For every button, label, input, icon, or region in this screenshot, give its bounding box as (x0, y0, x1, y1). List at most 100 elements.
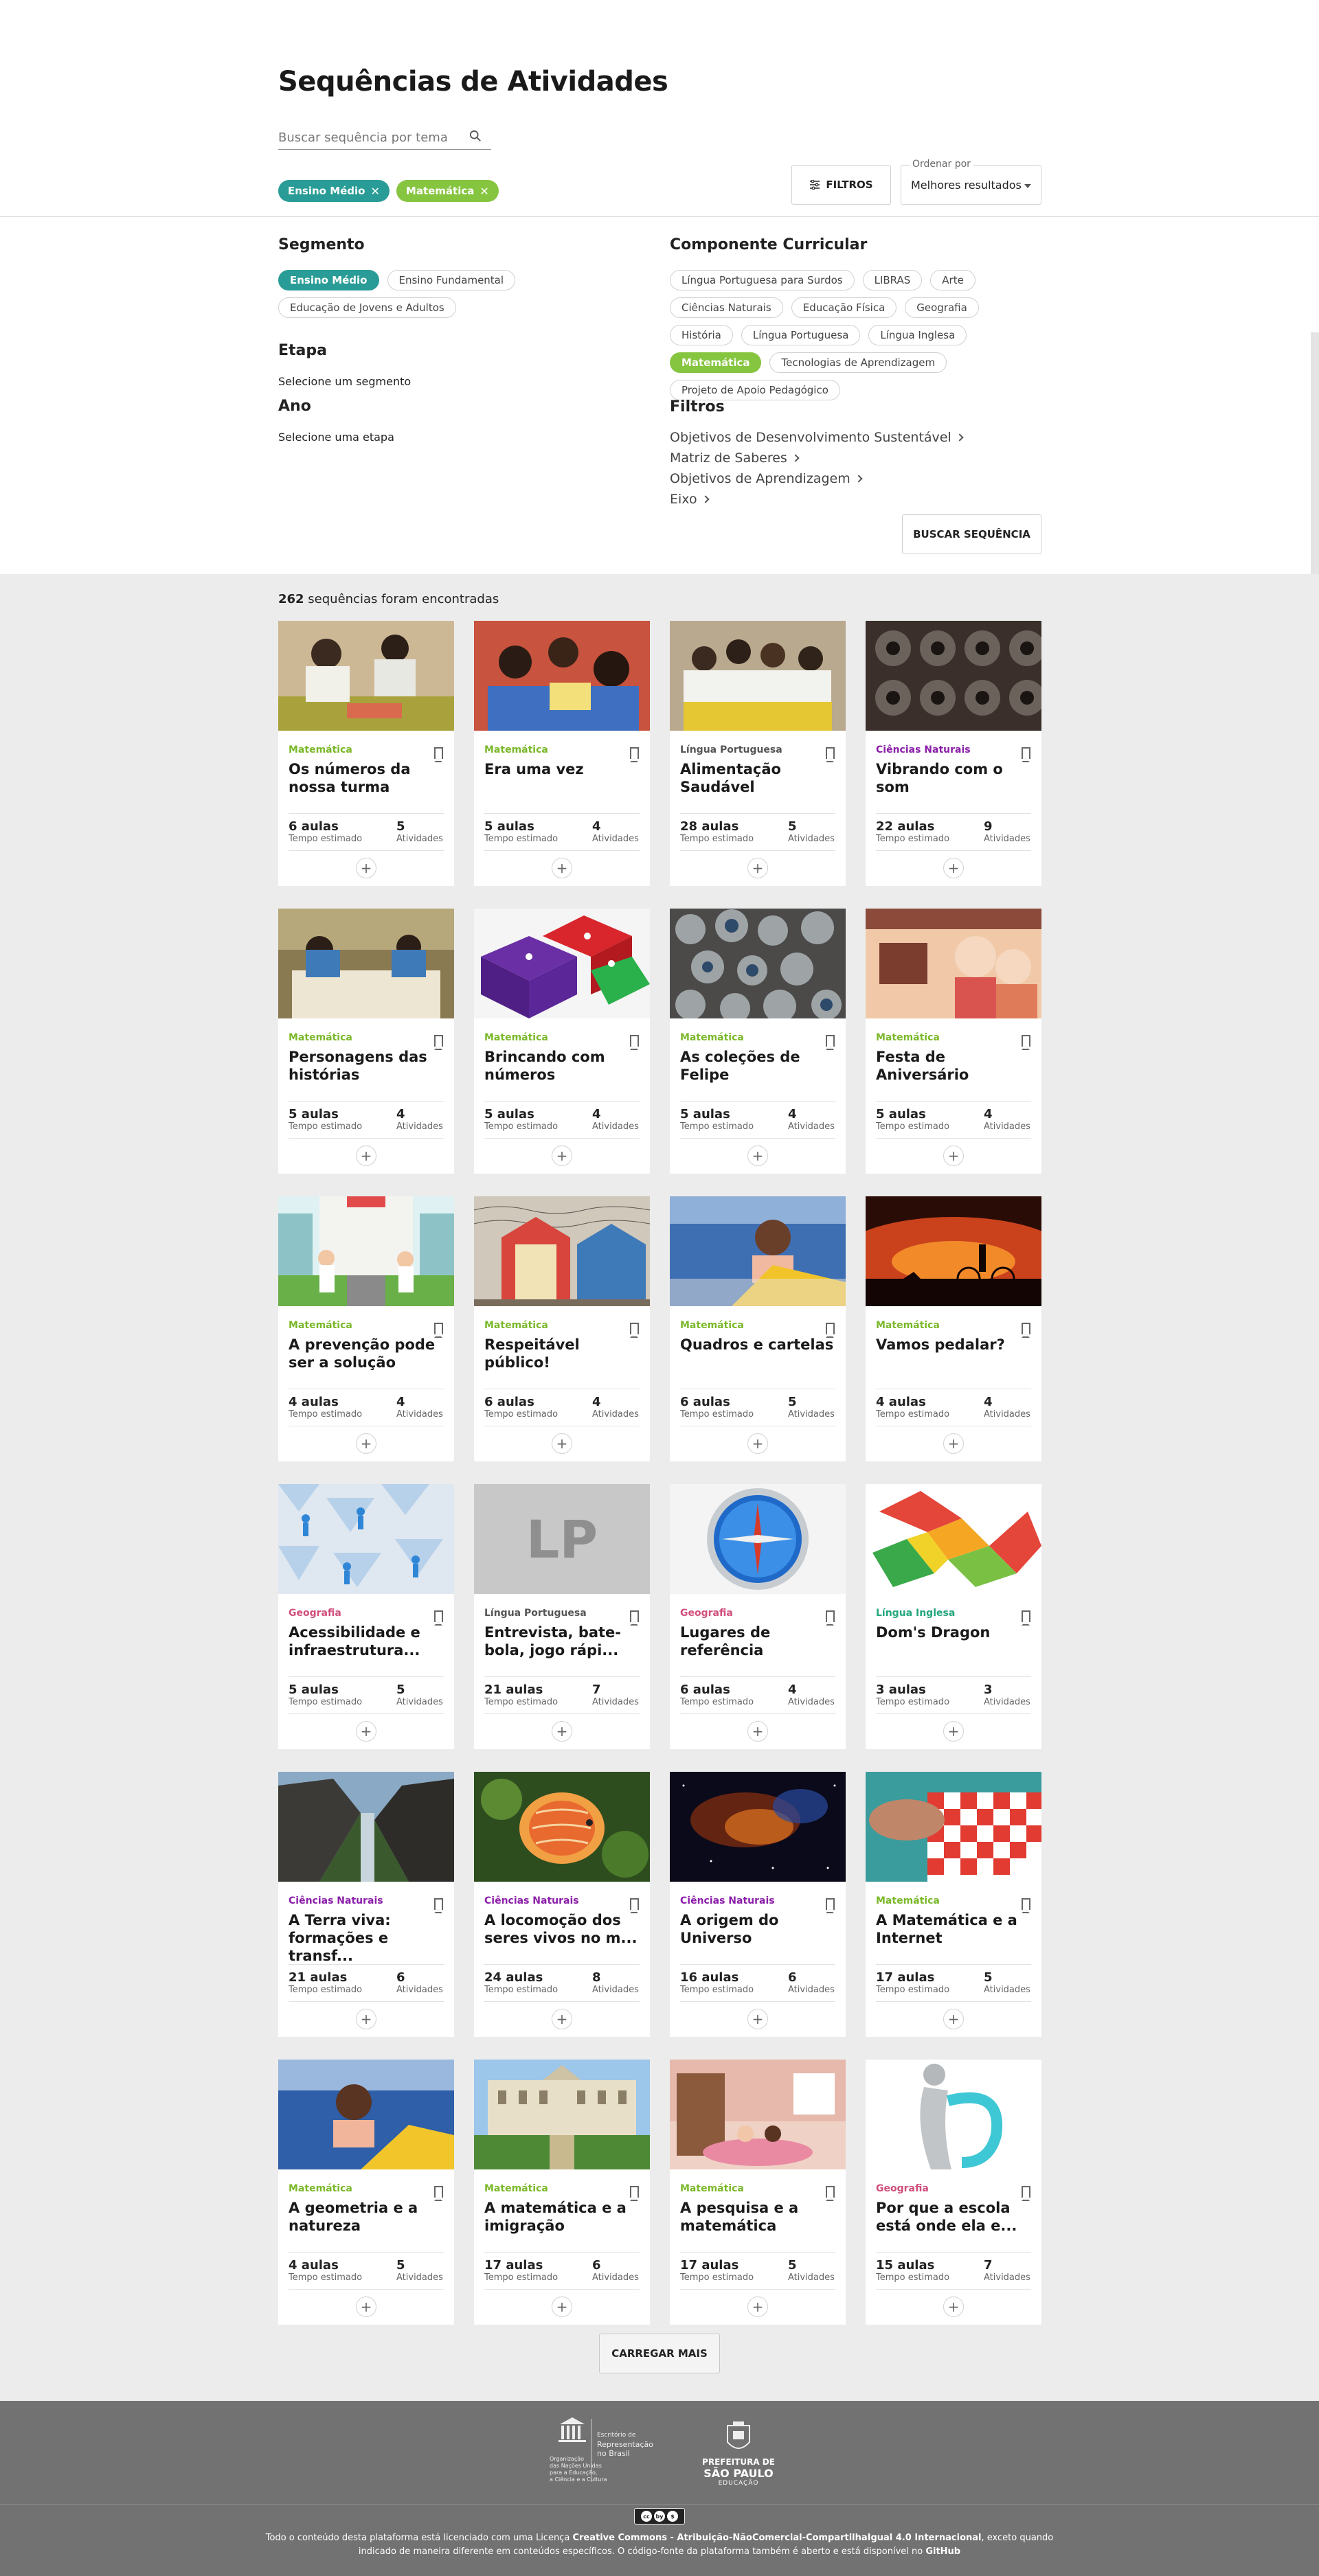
sequence-card[interactable]: Língua Portuguesa Alimentação Saudável 28 … (670, 621, 846, 886)
order-select[interactable]: Ordenar por Melhores resultados (901, 159, 1041, 205)
sequence-card[interactable]: LP Língua Portuguesa Entrevista, bate-bola… (474, 1484, 650, 1749)
card-title[interactable]: Dom's Dragon (876, 1623, 1031, 1641)
card-image[interactable] (670, 1196, 846, 1306)
sequence-card[interactable]: Matemática A prevenção pode ser a solução… (278, 1196, 454, 1461)
bookmark-icon[interactable] (630, 747, 639, 762)
plus-icon[interactable]: + (747, 2296, 768, 2317)
card-image[interactable] (474, 1772, 650, 1882)
filter-link-objetivos[interactable]: Objetivos de Aprendizagem (670, 471, 863, 486)
card-image[interactable] (866, 2060, 1041, 2169)
componente-option[interactable]: Educação Física (791, 297, 897, 318)
sequence-card[interactable]: Matemática As coleções de Felipe 5 aulas Te… (670, 909, 846, 1174)
sequence-card[interactable]: Geografia Acessibilidade e infraestrutura… (278, 1484, 454, 1749)
card-image[interactable] (278, 909, 454, 1018)
card-image[interactable] (278, 1196, 454, 1306)
card-title[interactable]: Alimentação Saudável (680, 760, 835, 796)
plus-icon[interactable]: + (356, 1433, 376, 1454)
filter-link-matriz[interactable]: Matriz de Saberes (670, 451, 800, 466)
bookmark-icon[interactable] (1022, 2186, 1030, 2201)
sequence-card[interactable]: Matemática A Matemática e a Internet 17 au… (866, 1772, 1041, 2037)
card-image[interactable] (474, 2060, 650, 2169)
sequence-card[interactable]: Matemática Brincando com números 5 aulas Te… (474, 909, 650, 1174)
plus-icon[interactable]: + (943, 858, 964, 878)
sequence-card[interactable]: Matemática Quadros e cartelas 6 aulas Tempo… (670, 1196, 846, 1461)
sequence-card[interactable]: Ciências Naturais A origem do Universo 16 … (670, 1772, 846, 2037)
sequence-card[interactable]: Matemática Era uma vez 5 aulas Tempo estima… (474, 621, 650, 886)
card-title[interactable]: Por que a escola está onde ela e... (876, 2199, 1031, 2235)
plus-icon[interactable]: + (747, 1145, 768, 1166)
bookmark-icon[interactable] (826, 747, 835, 762)
filters-button[interactable]: FILTROS (791, 165, 891, 205)
segmento-option[interactable]: Ensino Fundamental (387, 270, 516, 290)
github-link[interactable]: GitHub (925, 2546, 960, 2557)
card-image[interactable] (278, 621, 454, 731)
bookmark-icon[interactable] (630, 1035, 639, 1050)
load-more-button[interactable]: CARREGAR MAIS (599, 2334, 720, 2373)
plus-icon[interactable]: + (552, 2296, 572, 2317)
card-image[interactable] (278, 1772, 454, 1882)
bookmark-icon[interactable] (630, 1323, 639, 1338)
bookmark-icon[interactable] (434, 1323, 443, 1338)
componente-option[interactable]: Língua Portuguesa (741, 325, 861, 345)
card-title[interactable]: A locomoção dos seres vivos no m... (484, 1911, 640, 1947)
sequence-card[interactable]: Língua Inglesa Dom's Dragon 3 aulas Tempo e… (866, 1484, 1041, 1749)
componente-option[interactable]: Língua Inglesa (868, 325, 967, 345)
bookmark-icon[interactable] (1022, 1610, 1030, 1626)
card-image[interactable] (474, 1196, 650, 1306)
card-image[interactable] (474, 621, 650, 731)
plus-icon[interactable]: + (356, 858, 376, 878)
card-image[interactable] (670, 1772, 846, 1882)
card-title[interactable]: Era uma vez (484, 760, 640, 778)
card-title[interactable]: Os números da nossa turma (289, 760, 444, 796)
plus-icon[interactable]: + (943, 1721, 964, 1742)
bookmark-icon[interactable] (826, 1035, 835, 1050)
bookmark-icon[interactable] (630, 1898, 639, 1913)
card-title[interactable]: As coleções de Felipe (680, 1048, 835, 1084)
plus-icon[interactable]: + (552, 2009, 572, 2029)
plus-icon[interactable]: + (747, 2009, 768, 2029)
card-image[interactable]: LP (474, 1484, 650, 1594)
card-title[interactable]: Quadros e cartelas (680, 1336, 835, 1354)
card-image[interactable] (278, 1484, 454, 1594)
sequence-card[interactable]: Matemática Respeitável público! 6 aulas Tem… (474, 1196, 650, 1461)
license-link[interactable]: Creative Commons - Atribuição-NãoComerci… (572, 2533, 981, 2543)
componente-option[interactable]: Matemática (670, 352, 762, 373)
card-image[interactable] (866, 1196, 1041, 1306)
card-title[interactable]: A pesquisa e a matemática (680, 2199, 835, 2235)
card-image[interactable] (670, 621, 846, 731)
sequence-card[interactable]: Matemática A pesquisa e a matemática 17 au… (670, 2060, 846, 2325)
componente-option[interactable]: Geografia (905, 297, 979, 318)
sequence-card[interactable]: Geografia Por que a escola está onde ela … (866, 2060, 1041, 2325)
filter-link-eixo[interactable]: Eixo (670, 492, 710, 507)
close-icon[interactable]: ✕ (480, 185, 488, 198)
sequence-card[interactable]: Ciências Naturais A locomoção dos seres v… (474, 1772, 650, 2037)
bookmark-icon[interactable] (434, 2186, 443, 2201)
filter-link-ods[interactable]: Objetivos de Desenvolvimento Sustentável (670, 430, 964, 445)
card-image[interactable] (670, 2060, 846, 2169)
close-icon[interactable]: ✕ (371, 185, 380, 198)
card-image[interactable] (866, 1772, 1041, 1882)
bookmark-icon[interactable] (630, 2186, 639, 2201)
plus-icon[interactable]: + (552, 858, 572, 878)
sequence-card[interactable]: Geografia Lugares de referência 6 aulas Tem… (670, 1484, 846, 1749)
card-title[interactable]: A Terra viva: formações e transf... (289, 1911, 444, 1965)
plus-icon[interactable]: + (356, 1145, 376, 1166)
card-image[interactable] (670, 1484, 846, 1594)
bookmark-icon[interactable] (826, 1323, 835, 1338)
search-icon[interactable] (469, 130, 482, 142)
card-title[interactable]: Festa de Aniversário (876, 1048, 1031, 1084)
plus-icon[interactable]: + (943, 2296, 964, 2317)
plus-icon[interactable]: + (943, 1145, 964, 1166)
bookmark-icon[interactable] (1022, 1898, 1030, 1913)
card-image[interactable] (866, 909, 1041, 1018)
card-title[interactable]: A matemática e a imigração (484, 2199, 640, 2235)
card-title[interactable]: Lugares de referência (680, 1623, 835, 1659)
bookmark-icon[interactable] (434, 1898, 443, 1913)
active-filter-chip[interactable]: Matemática ✕ (396, 180, 499, 202)
componente-option[interactable]: Arte (930, 270, 976, 290)
card-image[interactable] (474, 909, 650, 1018)
card-title[interactable]: A geometria e a natureza (289, 2199, 444, 2235)
sequence-card[interactable]: Matemática Personagens das histórias 5 aul… (278, 909, 454, 1174)
bookmark-icon[interactable] (630, 1610, 639, 1626)
bookmark-icon[interactable] (1022, 1323, 1030, 1338)
